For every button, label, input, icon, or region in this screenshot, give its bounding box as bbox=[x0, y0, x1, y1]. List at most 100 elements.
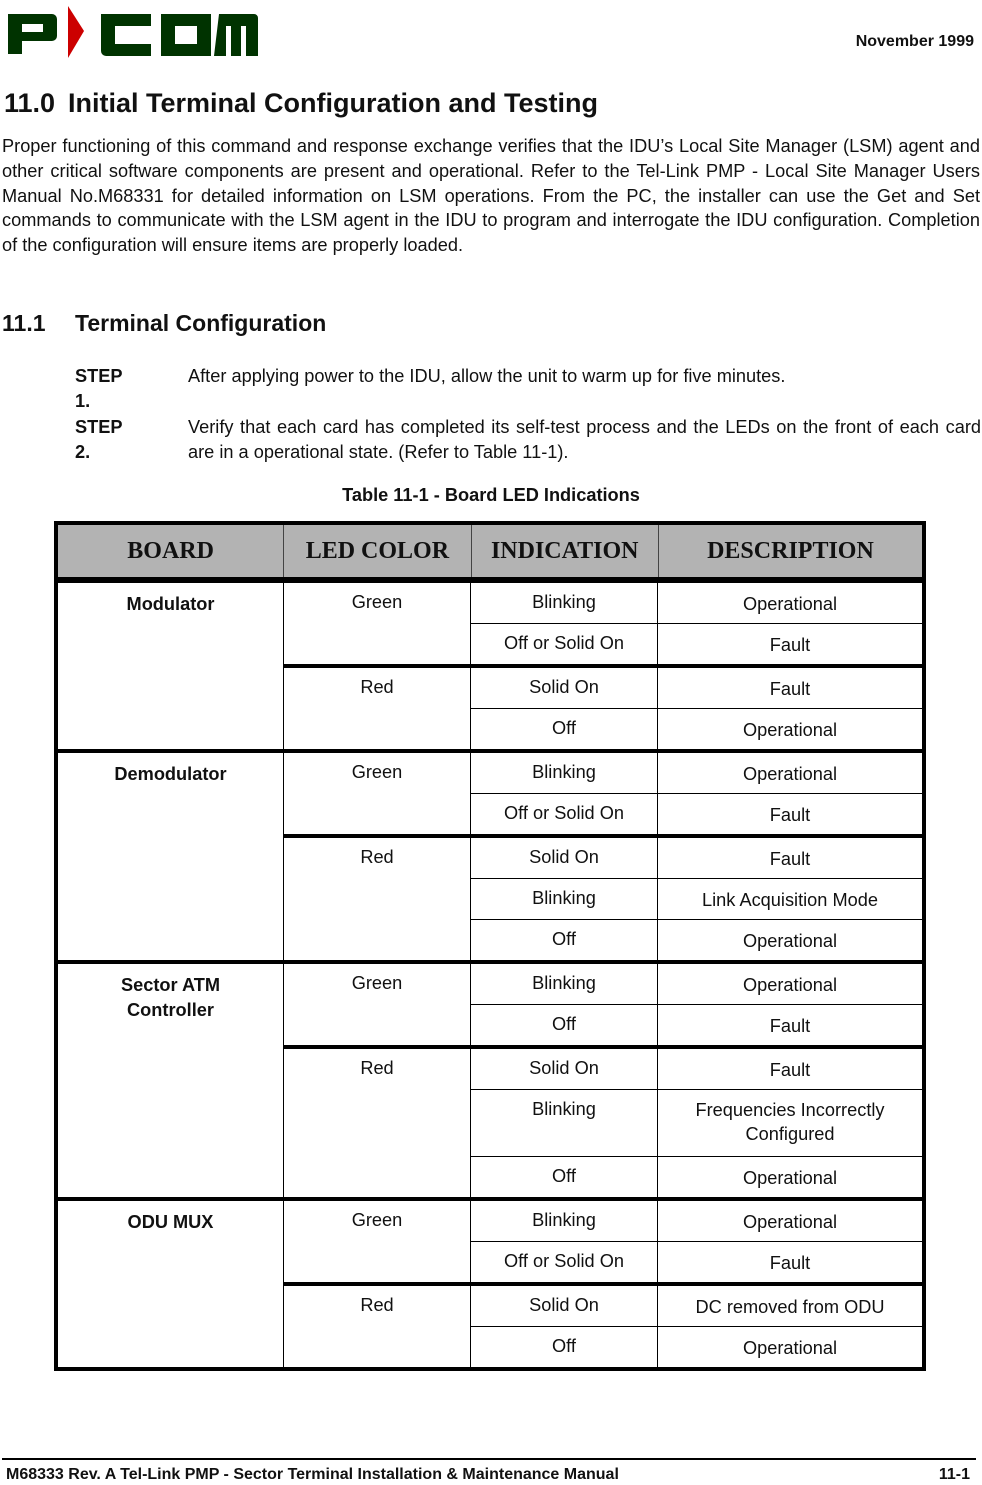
logo-letter-m bbox=[214, 14, 258, 56]
led-color-group: Green Blinking Operational Off or Solid On F… bbox=[284, 1201, 922, 1282]
description-cell: Fault bbox=[769, 679, 811, 699]
board-group: Modulator Green Blinking Operational Off or … bbox=[54, 583, 926, 753]
table-row: Off Operational bbox=[471, 919, 922, 960]
description-cell: Operational bbox=[742, 1338, 838, 1358]
subsection-title: Terminal Configuration bbox=[75, 310, 327, 336]
indication-cell: Blinking bbox=[471, 753, 658, 793]
table-row: Blinking Operational bbox=[471, 753, 922, 793]
indication-cell: Solid On bbox=[471, 1286, 658, 1326]
description-cell: Fault bbox=[769, 1016, 811, 1036]
description-cell: Operational bbox=[742, 1168, 838, 1188]
header-date: November 1999 bbox=[855, 33, 974, 50]
indication-cell: Blinking bbox=[471, 964, 658, 1004]
table-row: Off Operational bbox=[471, 1326, 922, 1367]
led-color-group: Red Solid On DC removed from ODU Off Operati… bbox=[284, 1282, 922, 1367]
table-row: Blinking Operational bbox=[471, 964, 922, 1004]
table-row: Blinking Link Acquisition Mode bbox=[471, 878, 922, 919]
footer-divider bbox=[2, 1458, 976, 1460]
indication-cell: Off or Solid On bbox=[471, 624, 658, 664]
column-header-led-color: LED COLOR bbox=[284, 525, 472, 577]
logo-letter-p bbox=[8, 14, 57, 54]
led-color-cell: Red bbox=[284, 668, 471, 749]
description-cell: Fault bbox=[769, 849, 811, 869]
table-row: Off Fault bbox=[471, 1004, 922, 1045]
section-heading: 11.0 Initial Terminal Configuration and T… bbox=[4, 88, 598, 119]
table-row: Solid On DC removed from ODU bbox=[471, 1286, 922, 1326]
indication-cell: Solid On bbox=[471, 668, 658, 708]
board-group: Demodulator Green Blinking Operational Off o… bbox=[54, 753, 926, 964]
logo-letter-o bbox=[161, 14, 211, 56]
led-color-group: Green Blinking Operational Off or Solid On F… bbox=[284, 753, 922, 834]
indication-cell: Blinking bbox=[471, 583, 658, 623]
led-color-cell: Green bbox=[284, 964, 471, 1045]
board-group: ODU MUX Green Blinking Operational Off or So… bbox=[54, 1201, 926, 1371]
indication-cell: Off or Solid On bbox=[471, 794, 658, 834]
column-header-board: BOARD bbox=[58, 525, 285, 577]
led-color-group: Green Blinking Operational Off or Solid On F… bbox=[284, 583, 922, 664]
indication-cell: Blinking bbox=[471, 879, 658, 919]
description-cell: Fault bbox=[769, 635, 811, 655]
indication-cell: Off bbox=[471, 1005, 658, 1045]
indication-cell: Blinking bbox=[471, 1090, 658, 1156]
step-label: STEP 2. bbox=[75, 417, 123, 462]
description-cell: Fault bbox=[769, 1253, 811, 1273]
table-row: Off or Solid On Fault bbox=[471, 793, 922, 834]
description-cell: Fault bbox=[769, 805, 811, 825]
board-name-cell: Sector ATM Controller bbox=[58, 964, 284, 1197]
indication-cell: Blinking bbox=[471, 1201, 658, 1241]
column-header-indication: INDICATION bbox=[472, 525, 659, 577]
led-color-cell: Green bbox=[284, 1201, 471, 1282]
led-color-group: Red Solid On Fault Blinking Link Acquisition… bbox=[284, 834, 922, 960]
board-name-cell: Modulator bbox=[58, 583, 284, 749]
subsection-heading: 11.1 Terminal Configuration bbox=[2, 310, 326, 337]
section-number: 11.0 bbox=[4, 88, 56, 118]
led-color-cell: Red bbox=[284, 838, 471, 960]
table-row: Blinking Operational bbox=[471, 583, 922, 623]
table-row: Blinking Operational bbox=[471, 1201, 922, 1241]
description-cell: Operational bbox=[742, 764, 838, 784]
section-title: Initial Terminal Configuration and Testi… bbox=[68, 88, 599, 118]
led-color-cell: Green bbox=[284, 753, 471, 834]
footer-page-number: 11-1 bbox=[938, 1466, 970, 1483]
led-color-group: Red Solid On Fault Blinking Frequencies Inco… bbox=[284, 1045, 922, 1197]
indication-cell: Off bbox=[471, 709, 658, 749]
description-cell: Operational bbox=[742, 931, 838, 951]
step-text: After applying power to the IDU, allow t… bbox=[188, 366, 786, 386]
indication-cell: Off bbox=[471, 1327, 658, 1367]
pcom-logo bbox=[8, 6, 258, 58]
description-cell: Operational bbox=[742, 594, 838, 614]
table-row: Solid On Fault bbox=[471, 838, 922, 878]
logo-arrow-icon bbox=[68, 6, 84, 58]
led-color-cell: Green bbox=[284, 583, 471, 664]
table-header-row: BOARD LED COLOR INDICATION DESCRIPTION bbox=[54, 521, 926, 583]
column-header-description: DESCRIPTION bbox=[707, 537, 874, 564]
table-row: Off or Solid On Fault bbox=[471, 623, 922, 664]
board-name-cell: Demodulator bbox=[58, 753, 284, 960]
led-color-group: Red Solid On Fault Off Operational bbox=[284, 664, 922, 749]
description-cell: DC removed from ODU bbox=[695, 1297, 885, 1317]
led-color-cell: Red bbox=[284, 1286, 471, 1367]
table-row: Off Operational bbox=[471, 708, 922, 749]
table-body: Modulator Green Blinking Operational Off or … bbox=[54, 583, 926, 1371]
board-name-cell: ODU MUX bbox=[58, 1201, 284, 1367]
indication-cell: Solid On bbox=[471, 838, 658, 878]
board-group: Sector ATM Controller Green Blinking Operat… bbox=[54, 964, 926, 1201]
led-color-cell: Red bbox=[284, 1049, 471, 1197]
description-cell: Fault bbox=[769, 1060, 811, 1080]
description-cell: Link Acquisition Mode bbox=[702, 890, 878, 910]
led-indications-table: BOARD LED COLOR INDICATION DESCRIPTION M… bbox=[54, 521, 926, 1371]
description-cell: Operational bbox=[742, 720, 838, 740]
description-cell: Frequencies Incorrectly Configured bbox=[695, 1100, 885, 1144]
indication-cell: Off bbox=[471, 920, 658, 960]
table-caption: Table 11-1 - Board LED Indications bbox=[342, 485, 640, 505]
indication-cell: Solid On bbox=[471, 1049, 658, 1089]
logo-letter-c bbox=[101, 14, 151, 56]
table-row: Blinking Frequencies Incorrectly Configur… bbox=[471, 1089, 922, 1156]
description-cell: Operational bbox=[742, 1212, 838, 1232]
led-color-group: Green Blinking Operational Off Fault bbox=[284, 964, 922, 1045]
footer-manual-title: M68333 Rev. A Tel-Link PMP - Sector Term… bbox=[6, 1466, 619, 1483]
step-text: Verify that each card has completed its … bbox=[188, 417, 981, 462]
step-label: STEP 1. bbox=[75, 366, 123, 411]
table-row: Solid On Fault bbox=[471, 668, 922, 708]
subsection-number: 11.1 bbox=[2, 310, 46, 336]
